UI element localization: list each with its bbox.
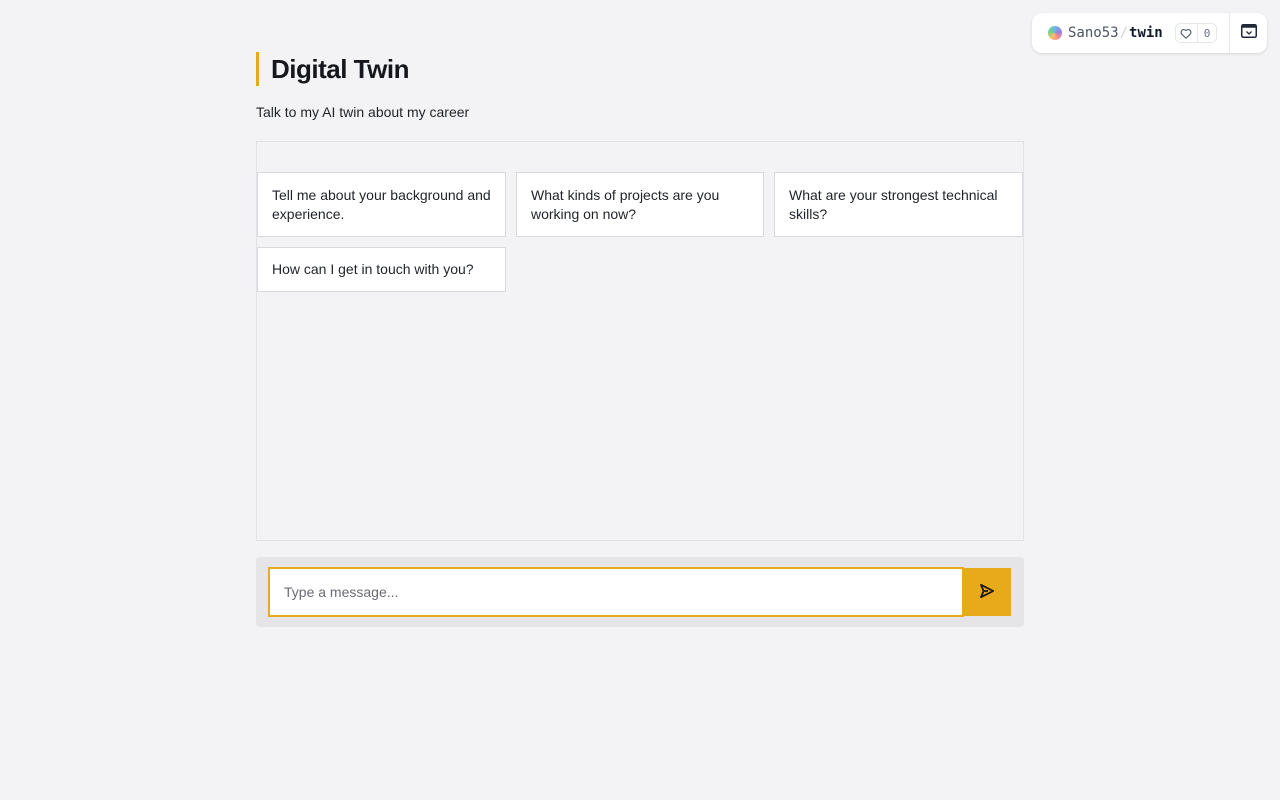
page-subtitle: Talk to my AI twin about my career [256, 104, 470, 120]
suggestion-card[interactable]: What are your strongest technical skills… [774, 172, 1023, 237]
like-button[interactable]: 0 [1174, 23, 1218, 43]
page-title: Digital Twin [271, 53, 409, 84]
heart-icon [1176, 24, 1198, 42]
window-collapse-icon [1240, 23, 1257, 43]
space-name[interactable]: twin [1129, 25, 1163, 41]
window-collapse-button[interactable] [1230, 13, 1267, 53]
send-button[interactable] [963, 568, 1011, 616]
space-separator: / [1119, 25, 1129, 41]
space-link[interactable]: Sano53 / twin 0 [1032, 13, 1230, 53]
message-input[interactable] [268, 567, 964, 617]
space-owner[interactable]: Sano53 [1068, 25, 1119, 41]
owner-avatar [1048, 26, 1062, 40]
suggestion-card[interactable]: Tell me about your background and experi… [257, 172, 506, 237]
send-icon [979, 583, 995, 602]
like-count: 0 [1203, 26, 1211, 40]
page-title-wrapper: Digital Twin [256, 52, 409, 86]
suggestion-card[interactable]: How can I get in touch with you? [257, 247, 506, 292]
message-composer [256, 557, 1024, 627]
chat-panel: Tell me about your background and experi… [256, 141, 1024, 541]
space-badge: Sano53 / twin 0 [1032, 13, 1267, 53]
suggestion-card[interactable]: What kinds of projects are you working o… [516, 172, 764, 237]
